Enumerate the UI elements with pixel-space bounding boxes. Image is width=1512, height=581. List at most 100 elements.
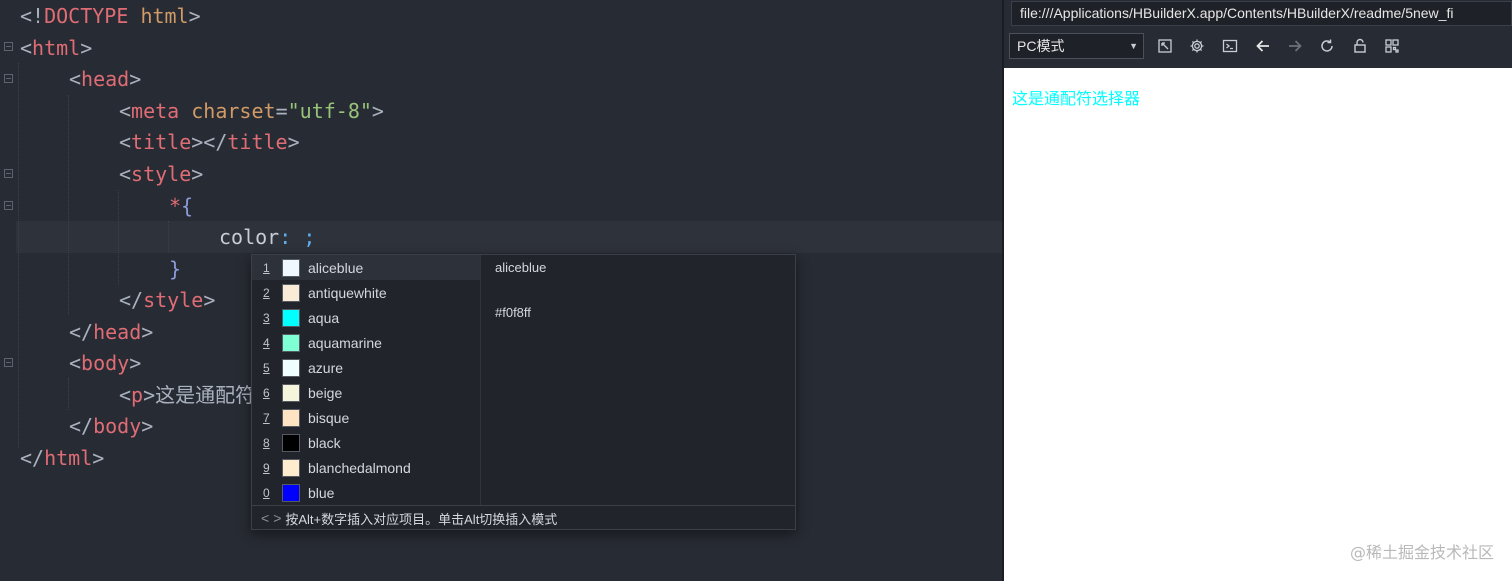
code-line-head-close[interactable]: </head>: [69, 316, 153, 348]
suggestion-list: 1 aliceblue 2 antiquewhite 3 aqua 4 aquamari…: [252, 255, 480, 505]
suggestion-item-blue[interactable]: 0 blue: [252, 480, 480, 505]
tag-name: html: [44, 446, 93, 470]
item-label: aquamarine: [308, 334, 382, 351]
suggestion-item-antiquewhite[interactable]: 2 antiquewhite: [252, 280, 480, 305]
fold-html-icon[interactable]: [4, 42, 13, 51]
console-icon[interactable]: [1219, 34, 1241, 58]
code-line-head-open[interactable]: <head>: [69, 63, 141, 95]
code-line-declaration[interactable]: color: ;: [219, 221, 315, 253]
tag-name: title: [227, 130, 288, 154]
doctype-name: html: [140, 4, 189, 28]
code-line-body-close[interactable]: </body>: [69, 410, 153, 442]
code-line-html-open[interactable]: <html>: [20, 32, 92, 64]
item-shortcut: 8: [263, 435, 270, 450]
fold-body-icon[interactable]: [4, 358, 13, 367]
reload-icon[interactable]: [1316, 34, 1338, 58]
code-line-selector[interactable]: *{: [169, 190, 193, 222]
watermark: @稀土掘金技术社区: [1349, 543, 1494, 562]
fold-style-icon[interactable]: [4, 169, 13, 178]
back-arrow-icon[interactable]: [1252, 34, 1274, 58]
tag-name: style: [131, 162, 192, 186]
code-line-paragraph[interactable]: <p>这是通配符: [119, 379, 255, 411]
code-line-brace-close[interactable]: }: [169, 253, 181, 285]
color-swatch: [282, 383, 300, 402]
suggestion-item-aquamarine[interactable]: 4 aquamarine: [252, 330, 480, 355]
color-swatch: [282, 333, 300, 352]
item-shortcut: 5: [263, 360, 270, 375]
tag-name: head: [81, 67, 130, 91]
fold-selector-icon[interactable]: [4, 201, 13, 210]
doctype-close: >: [188, 4, 201, 28]
indent-guide: [18, 63, 19, 448]
settings-icon[interactable]: [1186, 34, 1208, 58]
attr-equals: =: [275, 99, 288, 123]
fold-head-icon[interactable]: [4, 74, 13, 83]
item-label: blue: [308, 484, 335, 501]
prev-page-icon[interactable]: <: [261, 510, 269, 526]
suggestion-item-beige[interactable]: 6 beige: [252, 380, 480, 405]
item-label: beige: [308, 384, 343, 401]
item-label: bisque: [308, 409, 350, 426]
preview-paragraph: 这是通配符选择器: [1012, 89, 1141, 108]
color-swatch: [282, 258, 300, 277]
code-line-style-close[interactable]: </style>: [119, 284, 215, 316]
code-line-html-close[interactable]: </html>: [20, 442, 104, 474]
preview-toolbar: file:///Applications/HBuilderX.app/Conte…: [1004, 0, 1512, 68]
indent-guide: [68, 378, 69, 410]
code-line-title[interactable]: <title></title>: [119, 126, 300, 158]
item-shortcut: 0: [263, 485, 270, 500]
item-label: azure: [308, 359, 344, 376]
open-brace: {: [181, 194, 194, 218]
color-swatch: [282, 358, 300, 377]
css-colon: :: [279, 225, 292, 249]
suggestion-detail-panel: aliceblue #f0f8ff: [481, 255, 795, 505]
detail-color-name: aliceblue: [495, 260, 547, 275]
next-page-icon[interactable]: >: [273, 510, 281, 526]
tag-name: body: [81, 351, 130, 375]
item-shortcut: 1: [263, 260, 270, 275]
tag-name: style: [143, 288, 204, 312]
universal-selector: *: [169, 194, 182, 218]
code-line-style-open[interactable]: <style>: [119, 158, 203, 190]
lock-icon[interactable]: [1349, 34, 1371, 58]
device-mode-label: PC模式: [1017, 38, 1065, 54]
item-label: black: [308, 434, 341, 451]
css-semicolon: ;: [303, 225, 316, 249]
chevron-down-icon: ▼: [1129, 41, 1138, 51]
forward-arrow-icon[interactable]: [1284, 34, 1306, 58]
color-swatch: [282, 408, 300, 427]
tag-name: html: [32, 36, 81, 60]
detail-color-hex: #f0f8ff: [495, 305, 531, 320]
browser-preview-pane: file:///Applications/HBuilderX.app/Conte…: [1004, 0, 1512, 581]
code-line-body-open[interactable]: <body>: [69, 347, 141, 379]
attr-name: charset: [191, 99, 276, 123]
suggestion-item-azure[interactable]: 5 azure: [252, 355, 480, 380]
code-line-meta[interactable]: <meta charset="utf-8">: [119, 95, 384, 127]
doctype-keyword: DOCTYPE: [44, 4, 129, 28]
item-shortcut: 2: [263, 285, 270, 300]
item-label: blanchedalmond: [308, 459, 411, 476]
resize-icon[interactable]: [1154, 34, 1176, 58]
qrcode-icon[interactable]: [1381, 34, 1403, 58]
code-line-doctype[interactable]: <!DOCTYPE html>: [20, 0, 201, 32]
tag-name: head: [93, 320, 142, 344]
preview-page: 这是通配符选择器: [1004, 68, 1512, 581]
color-swatch: [282, 458, 300, 477]
suggestion-item-black[interactable]: 8 black: [252, 430, 480, 455]
suggestion-item-aqua[interactable]: 3 aqua: [252, 305, 480, 330]
suggestion-item-bisque[interactable]: 7 bisque: [252, 405, 480, 430]
url-field[interactable]: file:///Applications/HBuilderX.app/Conte…: [1011, 1, 1512, 26]
attr-value: "utf-8": [287, 99, 372, 123]
item-shortcut: 6: [263, 385, 270, 400]
current-line-highlight: [16, 221, 1002, 253]
color-swatch: [282, 283, 300, 302]
autocomplete-popup[interactable]: 1 aliceblue 2 antiquewhite 3 aqua 4 aquamari…: [251, 254, 796, 530]
indent-guide: [118, 190, 119, 285]
tag-name: meta: [131, 99, 180, 123]
item-shortcut: 3: [263, 310, 270, 325]
device-mode-select[interactable]: PC模式 ▼: [1009, 33, 1144, 59]
tag-name: p: [131, 383, 144, 407]
item-label: antiquewhite: [308, 284, 387, 301]
suggestion-item-aliceblue[interactable]: 1 aliceblue: [252, 255, 480, 280]
suggestion-item-blanchedalmond[interactable]: 9 blanchedalmond: [252, 455, 480, 480]
